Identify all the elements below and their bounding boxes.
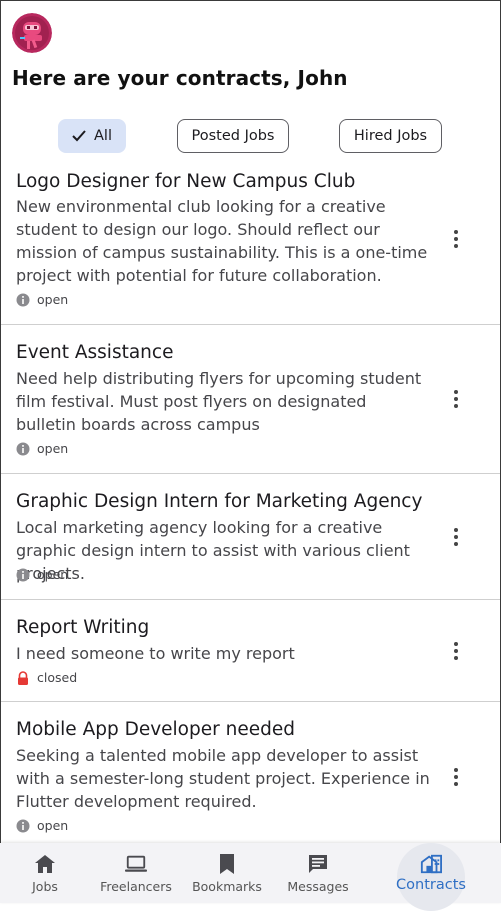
more-options-icon[interactable] — [449, 765, 463, 789]
contract-list[interactable]: Logo Designer for New Campus Club New en… — [1, 166, 500, 843]
nav-item-freelancers[interactable]: Freelancers — [91, 843, 181, 903]
status-text: open — [37, 818, 69, 833]
contract-item[interactable]: Mobile App Developer needed Seeking a ta… — [1, 702, 500, 843]
check-icon — [72, 130, 86, 142]
contract-description: New environmental club looking for a cre… — [16, 197, 428, 285]
status-badge: closed — [16, 670, 77, 685]
contract-title: Logo Designer for New Campus Club — [16, 171, 356, 192]
status-badge: open — [16, 441, 68, 456]
filter-chip-posted-jobs[interactable]: Posted Jobs — [177, 119, 289, 153]
status-text: open — [37, 567, 69, 582]
avatar[interactable] — [12, 13, 52, 53]
filter-chip-hired-jobs[interactable]: Hired Jobs — [339, 119, 442, 153]
nav-label: Messages — [287, 879, 349, 894]
contract-title: Graphic Design Intern for Marketing Agen… — [16, 491, 423, 512]
contract-item[interactable]: Logo Designer for New Campus Club New en… — [1, 166, 500, 324]
contract-description: Need help distributing flyers for upcomi… — [16, 369, 422, 434]
contract-title: Event Assistance — [16, 342, 174, 363]
nav-item-jobs[interactable]: Jobs — [0, 843, 90, 903]
status-badge: open — [16, 292, 68, 307]
more-options-icon[interactable] — [449, 525, 463, 549]
contract-item[interactable]: Event Assistance Need help distributing … — [1, 325, 500, 473]
home-icon — [34, 853, 56, 875]
filter-chip-label: Posted Jobs — [191, 128, 275, 144]
filter-chip-all[interactable]: All — [58, 119, 126, 153]
lock-icon — [16, 670, 30, 685]
contract-description: Local marketing agency looking for a cre… — [16, 518, 410, 583]
bookmark-icon — [216, 853, 238, 875]
status-text: open — [37, 292, 69, 307]
status-badge: open — [16, 818, 68, 833]
nav-item-messages[interactable]: Messages — [273, 843, 363, 903]
nav-item-contracts[interactable]: Contracts — [386, 843, 476, 911]
status-badge: open — [16, 567, 68, 582]
contract-title: Mobile App Developer needed — [16, 719, 295, 740]
filter-chip-label: Hired Jobs — [353, 128, 428, 144]
bottom-navigation: Jobs Freelancers Bookmarks Messages Cont… — [0, 843, 501, 911]
info-icon — [16, 568, 30, 582]
message-icon — [307, 853, 329, 875]
contract-item[interactable]: Graphic Design Intern for Marketing Agen… — [1, 474, 500, 599]
nav-label: Jobs — [32, 879, 58, 894]
status-text: closed — [37, 670, 78, 685]
page-title: Here are your contracts, John — [12, 66, 348, 90]
contracts-icon — [420, 853, 442, 875]
info-icon — [16, 442, 30, 456]
nav-item-bookmarks[interactable]: Bookmarks — [182, 843, 272, 903]
nav-label: Contracts — [396, 877, 466, 893]
more-options-icon[interactable] — [449, 387, 463, 411]
info-icon — [16, 819, 30, 833]
laptop-icon — [125, 853, 147, 875]
contract-title: Report Writing — [16, 617, 150, 638]
contract-description: I need someone to write my report — [16, 644, 295, 663]
nav-label: Freelancers — [100, 879, 172, 894]
contract-item[interactable]: Report Writing I need someone to write m… — [1, 600, 500, 701]
more-options-icon[interactable] — [449, 639, 463, 663]
status-text: open — [37, 441, 69, 456]
nav-label: Bookmarks — [192, 879, 262, 894]
info-icon — [16, 293, 30, 307]
contract-description: Seeking a talented mobile app developer … — [16, 746, 430, 811]
more-options-icon[interactable] — [449, 227, 463, 251]
filter-chip-label: All — [94, 128, 112, 144]
